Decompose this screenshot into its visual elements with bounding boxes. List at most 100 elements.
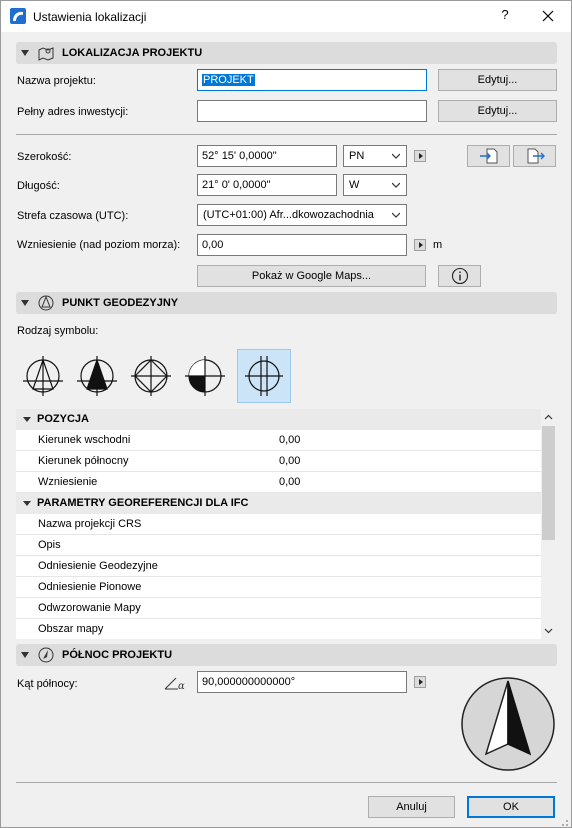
row-value[interactable]: 0,00 [279,455,300,467]
angle-icon: α [164,677,185,692]
longitude-input[interactable]: 21° 0' 0,0000" [197,174,337,196]
scrollbar-thumb[interactable] [542,426,555,540]
section-project-north[interactable]: PÓŁNOC PROJEKTU [16,644,557,666]
survey-symbol-2[interactable] [70,349,124,403]
section-title: PÓŁNOC PROJEKTU [62,649,173,661]
scroll-down-icon[interactable] [541,623,556,638]
survey-symbol-1-icon [23,356,63,396]
title-bar: Ustawienia lokalizacji ? [1,1,571,32]
collapse-arrow-icon[interactable] [23,417,31,422]
elevation-arrow-button[interactable] [414,239,426,251]
window-title: Ustawienia lokalizacji [33,10,147,24]
row-key: Nazwa projekcji CRS [38,518,142,530]
collapse-arrow-icon[interactable] [21,300,29,306]
project-name-input[interactable]: PROJEKT [197,69,427,91]
survey-symbol-3[interactable] [124,349,178,403]
export-button[interactable] [513,145,556,167]
georeference-grid: POZYCJA Kierunek wschodni 0,00 Kierunek … [16,409,556,639]
symbol-type-label: Rodzaj symbolu: [17,325,99,337]
row-key: Odwzorowanie Mapy [38,602,141,614]
survey-symbol-4[interactable] [178,349,232,403]
divider [16,134,557,135]
latitude-input[interactable]: 52° 15' 0,0000" [197,145,337,167]
row-key: Kierunek wschodni [38,434,131,446]
longitude-label: Długość: [17,180,60,192]
divider [16,782,557,783]
location-settings-dialog: Ustawienia lokalizacji ? LOKALIZACJA PRO… [0,0,572,828]
ok-button[interactable]: OK [467,796,555,818]
section-title: LOKALIZACJA PROJEKTU [62,47,203,59]
row-key: Odniesienie Geodezyjne [38,560,158,572]
collapse-arrow-icon[interactable] [23,501,31,506]
google-maps-button[interactable]: Pokaż w Google Maps... [197,265,426,287]
longitude-direction-select[interactable]: W [343,174,407,196]
survey-symbol-1[interactable] [16,349,70,403]
row-key: Odniesienie Pionowe [38,581,142,593]
row-key: Kierunek północny [38,455,129,467]
address-input[interactable] [197,100,427,122]
app-icon [10,8,26,24]
vertical-scrollbar[interactable] [541,409,556,639]
import-button[interactable] [467,145,510,167]
survey-symbol-3-icon [131,356,171,396]
scroll-up-icon[interactable] [541,410,556,425]
latitude-direction-value: PN [349,150,365,162]
north-angle-input[interactable]: 90,000000000000° [197,671,407,693]
table-row[interactable]: Obszar mapy [16,619,541,640]
elevation-unit: m [433,239,443,251]
survey-point-icon [38,295,54,311]
timezone-select[interactable]: (UTC+01:00) Afr...dkowozachodnia [197,204,407,226]
group-position[interactable]: POZYCJA [16,409,541,430]
project-name-value: PROJEKT [202,74,255,86]
table-row[interactable]: Odniesienie Pionowe [16,577,541,598]
svg-text:α: α [178,681,185,692]
row-key: Obszar mapy [38,623,104,635]
section-title: PUNKT GEODEZYJNY [62,297,179,309]
chevron-down-icon [392,182,400,188]
edit-name-button[interactable]: Edytuj... [438,69,557,91]
group-title: POZYCJA [37,413,89,425]
group-ifc-georeference[interactable]: PARAMETRY GEOREFERENCJI DLA IFC [16,493,541,514]
survey-symbol-5-icon [245,356,283,396]
cancel-button[interactable]: Anuluj [368,796,455,818]
latitude-arrow-button[interactable] [414,150,426,162]
resize-grip-icon[interactable] [557,815,569,827]
timezone-label: Strefa czasowa (UTC): [17,210,129,222]
chevron-down-icon [392,153,400,159]
map-pin-icon [38,47,54,61]
export-icon [527,148,545,164]
table-row[interactable]: Kierunek północny 0,00 [16,451,541,472]
survey-symbol-5[interactable] [237,349,291,403]
help-button[interactable]: ? [497,7,513,25]
north-angle-label: Kąt północy: [17,678,78,690]
elevation-label: Wzniesienie (nad poziom morza): [17,239,181,251]
latitude-direction-select[interactable]: PN [343,145,407,167]
survey-symbol-4-icon [185,356,225,396]
info-button[interactable] [438,265,481,287]
collapse-arrow-icon[interactable] [21,50,29,56]
table-row[interactable]: Kierunek wschodni 0,00 [16,430,541,451]
collapse-arrow-icon[interactable] [21,652,29,658]
row-value[interactable]: 0,00 [279,476,300,488]
chevron-down-icon [392,212,400,218]
row-value[interactable]: 0,00 [279,434,300,446]
row-key: Wzniesienie [38,476,98,488]
close-icon[interactable] [539,7,557,25]
timezone-value: (UTC+01:00) Afr...dkowozachodnia [203,209,374,221]
table-row[interactable]: Opis [16,535,541,556]
import-icon [479,148,497,164]
elevation-input[interactable]: 0,00 [197,234,407,256]
table-row[interactable]: Odwzorowanie Mapy [16,598,541,619]
table-row[interactable]: Odniesienie Geodezyjne [16,556,541,577]
project-name-label: Nazwa projektu: [17,75,96,87]
table-row[interactable]: Nazwa projekcji CRS [16,514,541,535]
edit-address-button[interactable]: Edytuj... [438,100,557,122]
section-survey-point[interactable]: PUNKT GEODEZYJNY [16,292,557,314]
north-angle-arrow-button[interactable] [414,676,426,688]
latitude-label: Szerokość: [17,151,72,163]
longitude-direction-value: W [349,179,360,191]
table-row[interactable]: Wzniesienie 0,00 [16,472,541,493]
group-title: PARAMETRY GEOREFERENCJI DLA IFC [37,497,249,509]
compass-icon [38,647,54,663]
section-project-location[interactable]: LOKALIZACJA PROJEKTU [16,42,557,64]
